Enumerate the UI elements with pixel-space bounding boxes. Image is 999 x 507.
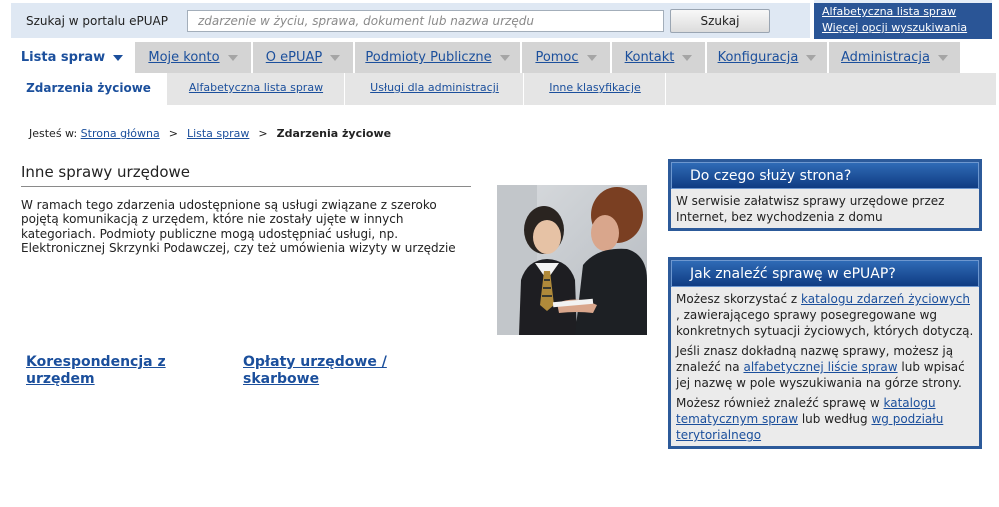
tab-label: Kontakt [624, 50, 675, 65]
alphabetical-list-link[interactable]: alfabetycznej liście spraw [743, 360, 897, 374]
tab-label: Administracja [841, 50, 930, 65]
page-title: Inne sprawy urzędowe [21, 163, 471, 187]
photo-illustration [497, 185, 647, 335]
tab-kontakt[interactable]: Kontakt [612, 42, 705, 73]
tab-o-epuap[interactable]: O ePUAP [253, 42, 353, 73]
breadcrumb-prefix: Jesteś w: [29, 127, 78, 140]
service-link-oplaty[interactable]: Opłaty urzędowe / skarbowe [243, 354, 423, 388]
subtab-uslugi-administracji[interactable]: Usługi dla administracji [346, 73, 524, 105]
info-paragraph: Możesz skorzystać z katalogu zdarzeń życ… [676, 291, 974, 339]
tab-label: Moje konto [148, 50, 220, 65]
subtab-label: Zdarzenia życiowe [26, 81, 151, 95]
sub-nav: Zdarzenia życiowe Alfabetyczna lista spr… [11, 73, 996, 105]
tab-konfiguracja[interactable]: Konfiguracja [707, 42, 827, 73]
tab-label: Podmioty Publiczne [365, 50, 492, 65]
chevron-down-icon [937, 54, 948, 61]
subtab-label: Inne klasyfikacje [549, 81, 641, 94]
breadcrumb-list-link[interactable]: Lista spraw [187, 127, 249, 140]
search-bar: Szukaj w portalu ePUAP Szukaj [11, 3, 810, 38]
tab-podmioty-publiczne[interactable]: Podmioty Publiczne [355, 42, 520, 73]
tab-administracja[interactable]: Administracja [829, 42, 960, 73]
info-box-text: W serwisie załatwisz sprawy urzędowe prz… [676, 194, 945, 224]
tab-pomoc[interactable]: Pomoc [522, 42, 610, 73]
info-text: , zawierającego sprawy posegregowane wg … [676, 308, 974, 338]
subtab-label: Usługi dla administracji [370, 81, 499, 94]
info-paragraph: Jeśli znasz dokładną nazwę sprawy, możes… [676, 343, 974, 391]
tab-label: Pomoc [535, 50, 579, 65]
breadcrumb-separator: > [168, 127, 178, 140]
breadcrumb-current: Zdarzenia życiowe [276, 127, 392, 140]
main-nav: Lista spraw Moje konto O ePUAP Podmioty … [11, 42, 996, 73]
chevron-down-icon [330, 54, 341, 61]
chevron-down-icon [682, 54, 693, 61]
info-box-body: Możesz skorzystać z katalogu zdarzeń życ… [671, 287, 979, 446]
info-box-title: Jak znaleźć sprawę w ePUAP? [671, 260, 979, 287]
photo-image [497, 185, 647, 335]
subtab-alfabetyczna-lista[interactable]: Alfabetyczna lista spraw [168, 73, 345, 105]
info-box-how-to-find: Jak znaleźć sprawę w ePUAP? Możesz skorz… [668, 257, 982, 449]
subtab-label: Alfabetyczna lista spraw [188, 81, 324, 94]
top-links: Alfabetyczna lista spraw Więcej opcji wy… [814, 3, 992, 39]
subtab-inne-klasyfikacje[interactable]: Inne klasyfikacje [525, 73, 666, 105]
section-description: W ramach tego zdarzenia udostępnione są … [21, 198, 456, 256]
info-text: Możesz skorzystać z [676, 292, 802, 306]
chevron-down-icon [227, 54, 238, 61]
info-box-title: Do czego służy strona? [671, 162, 979, 189]
subtab-zdarzenia-zyciowe[interactable]: Zdarzenia życiowe [11, 73, 167, 105]
tab-moje-konto[interactable]: Moje konto [135, 42, 251, 73]
chevron-down-icon [113, 54, 124, 61]
info-paragraph: Możesz również znaleźć sprawę w katalogu… [676, 395, 974, 443]
chevron-down-icon [499, 54, 510, 61]
chevron-down-icon [806, 54, 817, 61]
search-button[interactable]: Szukaj [670, 9, 770, 33]
tab-label: O ePUAP [265, 50, 323, 65]
service-link-korespondencja[interactable]: Korespondencja z urzędem [26, 354, 206, 388]
info-text: lub według [798, 412, 872, 426]
tab-lista-spraw[interactable]: Lista spraw [11, 42, 133, 73]
search-input[interactable] [187, 10, 664, 32]
life-events-catalog-link[interactable]: katalogu zdarzeń życiowych [801, 292, 970, 306]
tab-label: Konfiguracja [717, 50, 799, 65]
search-label: Szukaj w portalu ePUAP [26, 14, 168, 28]
alphabetical-list-link[interactable]: Alfabetyczna lista spraw [822, 4, 992, 20]
breadcrumb-separator: > [258, 127, 268, 140]
tab-label: Lista spraw [20, 50, 106, 65]
info-box-body: W serwisie załatwisz sprawy urzędowe prz… [671, 189, 979, 228]
breadcrumb: Jesteś w: Strona główna > Lista spraw > Zdar… [29, 127, 391, 140]
chevron-down-icon [586, 54, 597, 61]
more-search-options-link[interactable]: Więcej opcji wyszukiwania [822, 20, 992, 36]
info-box-purpose: Do czego służy strona? W serwisie załatw… [668, 159, 982, 231]
breadcrumb-home-link[interactable]: Strona główna [81, 127, 160, 140]
info-text: Możesz również znaleźć sprawę w [676, 396, 884, 410]
